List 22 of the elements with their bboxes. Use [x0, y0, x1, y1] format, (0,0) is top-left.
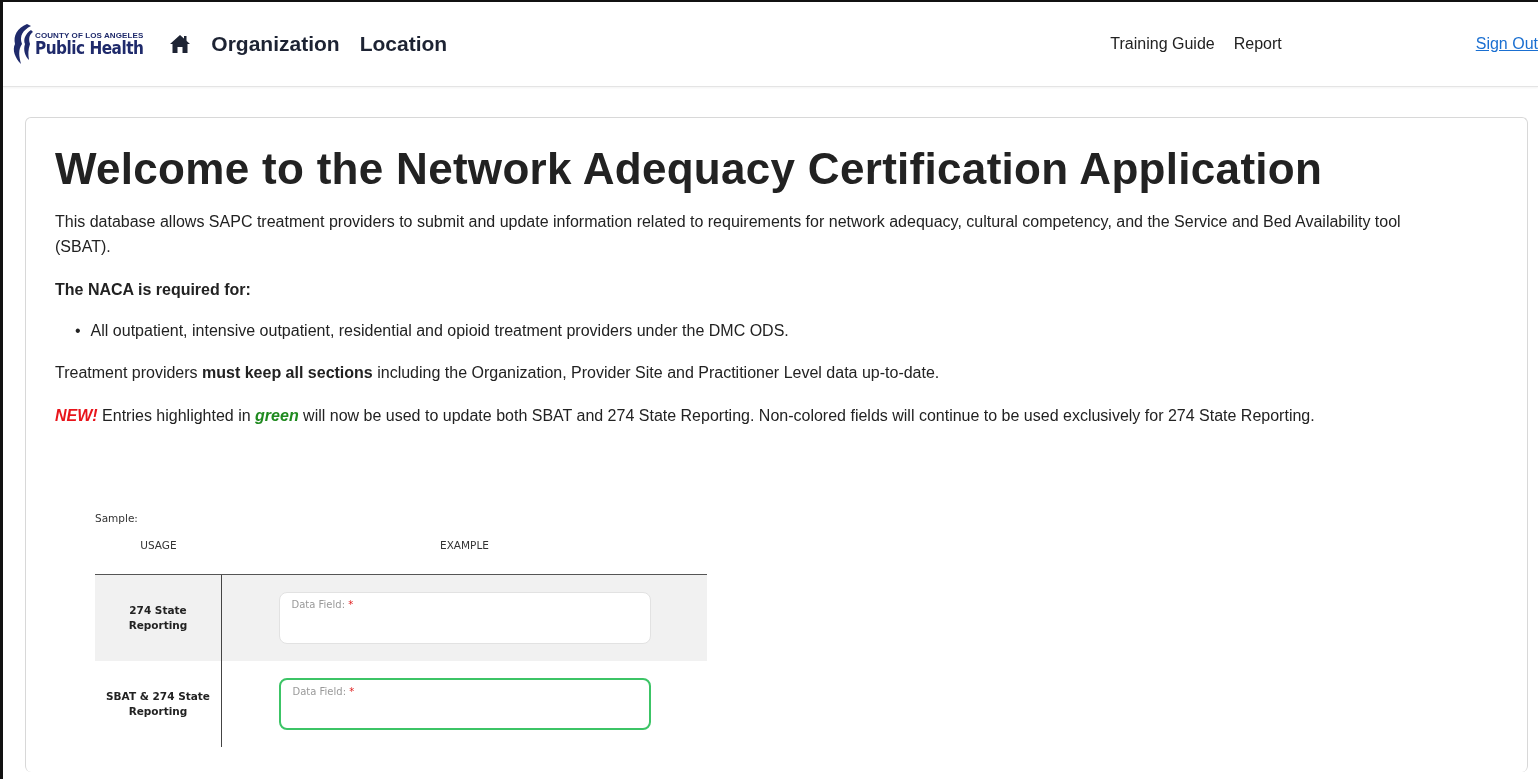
sections-note: Treatment providers must keep all sections including the Organization, Provider Site and Practitioner Level data up-to-date.: [55, 362, 941, 383]
logo-subtitle: COUNTY OF LOS ANGELES: [35, 31, 144, 40]
bullet-marker: •: [75, 321, 81, 342]
nav-link[interactable]: Location: [359, 32, 448, 56]
usage-label: SBAT & 274 State Reporting: [105, 688, 211, 720]
intro-text: This database allows SAPC treatment providers to submit and update information related to requirements for network adequacy, cultural competency, and the Service and Bed Availability tool (SBAT).: [55, 212, 1402, 257]
page-title: Welcome to the Network Adequacy Certification Application: [55, 144, 1324, 194]
sample-caption: Sample:: [95, 512, 139, 525]
notice-text: NEW! Entries highlighted in green will now be used to update both SBAT and 274 State Reporting. Non-colored fields will continue to be used exclusively for 274 State Reporting.: [55, 405, 1316, 426]
usage-label: 274 State Reporting: [127, 602, 189, 634]
bullet-item: All outpatient, intensive outpatient, residential and opioid treatment providers under the DMC ODS.: [90, 321, 789, 342]
field-label: Data Field: *: [291, 599, 354, 611]
home-icon[interactable]: [169, 34, 192, 54]
field-label: Data Field: *: [292, 686, 355, 698]
column-header: EXAMPLE: [439, 538, 490, 554]
sign-out-link[interactable]: Sign Out: [1475, 35, 1538, 53]
column-header: USAGE: [139, 538, 178, 554]
header-link[interactable]: Training Guide: [1110, 35, 1215, 53]
nav-link[interactable]: Organization: [211, 32, 340, 56]
logo-title: Public Health: [35, 39, 144, 57]
required-heading: The NACA is required for:: [55, 279, 252, 300]
header-link[interactable]: Report: [1233, 35, 1282, 53]
